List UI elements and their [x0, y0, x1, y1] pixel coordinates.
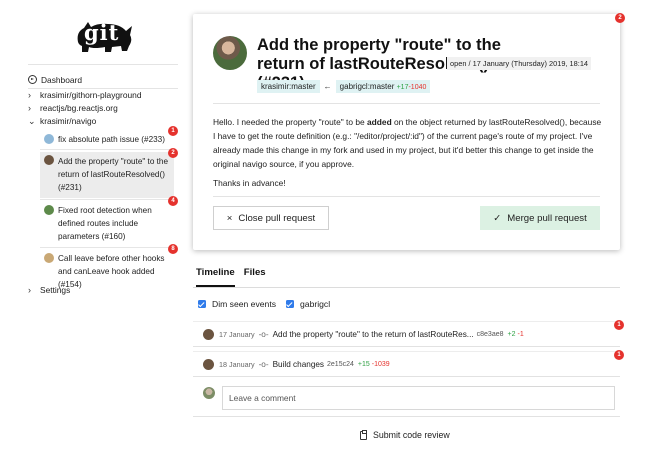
timeline-event[interactable]: 17 January -o- Add the property "route" … [193, 321, 620, 347]
sidebar-divider [28, 88, 178, 89]
pr-label: Fixed root detection when defined routes… [58, 206, 152, 241]
additions-count: +17 [396, 84, 409, 91]
check-icon: ✓ [493, 212, 502, 224]
checkbox-checked-icon [198, 300, 206, 308]
clipboard-icon [360, 429, 367, 440]
avatar [44, 205, 54, 215]
notification-badge: 2 [615, 13, 625, 23]
event-date: 18 January [219, 359, 255, 369]
settings-label: Settings [40, 285, 71, 295]
timeline-filters: Dim seen events gabrigcl [198, 299, 330, 309]
head-branch-label: gabrigcl:master [339, 82, 395, 91]
submit-code-review-button[interactable]: Submit code review [360, 429, 450, 440]
pr-text: Hello. I needed the property "route" to … [213, 117, 368, 127]
close-pr-label: Close pull request [238, 212, 316, 224]
avatar [44, 253, 54, 263]
comment-input[interactable] [222, 386, 615, 410]
pr-description: Hello. I needed the property "route" to … [213, 115, 603, 190]
deletions-count: -1040 [408, 84, 427, 91]
avatar [203, 358, 214, 370]
commit-sha: 2e15c24 [327, 360, 354, 368]
comment-box [193, 379, 620, 417]
additions-count: +15 [357, 360, 370, 368]
repo-label: reactjs/bg.reactjs.org [40, 103, 118, 113]
logo-text: git [84, 20, 120, 45]
close-pr-button[interactable]: × Close pull request [213, 206, 329, 230]
tab-bar: Timeline Files [196, 267, 266, 287]
notification-badge: 1 [614, 350, 624, 360]
divider [213, 103, 600, 104]
notification-badge: 2 [168, 148, 178, 158]
commit-icon: -o- [258, 329, 269, 339]
author-filter-checkbox[interactable]: gabrigcl [286, 299, 330, 309]
checkbox-checked-icon [286, 300, 295, 308]
submit-label: Submit code review [373, 430, 450, 440]
divider [193, 287, 620, 288]
event-date: 17 January [219, 329, 255, 339]
divider [40, 247, 174, 248]
pr-list-item[interactable]: fix absolute path issue (#233) [40, 131, 174, 148]
pr-list-item[interactable]: Fixed root detection when defined routes… [40, 202, 174, 246]
arrow-left-icon: ← [323, 82, 332, 91]
tab-timeline[interactable]: Timeline [196, 267, 235, 287]
divider [213, 196, 600, 197]
pr-list-item[interactable]: Call leave before other hooks and canLea… [40, 250, 174, 289]
notification-badge: 4 [168, 196, 178, 206]
notification-badge: 1 [614, 320, 624, 330]
pr-label: fix absolute path issue (#233) [58, 135, 165, 144]
tab-files[interactable]: Files [244, 267, 266, 287]
pr-status: open / 17 January (Thursday) 2019, 18:14 [447, 57, 592, 70]
base-branch: krasimir:master [257, 80, 320, 93]
merge-pr-label: Merge pull request [507, 212, 587, 224]
branch-info: krasimir:master ← gabrigcl:master +17-10… [257, 80, 431, 93]
pull-request-card: Add the property "route" to the return o… [193, 14, 620, 250]
repo-label: krasimir/githorn-playground [40, 90, 142, 100]
filter-label: Dim seen events [212, 299, 277, 309]
commit-icon: -o- [258, 359, 269, 369]
additions-count: +2 [507, 330, 516, 338]
avatar [203, 387, 215, 399]
sidebar-divider [28, 64, 178, 65]
timeline-event[interactable]: 18 January -o- Build changes 2e15c24 +15… [193, 351, 620, 377]
filter-label: gabrigcl [300, 299, 331, 309]
close-icon: × [226, 212, 233, 224]
commit-message: Add the property "route" to the return o… [272, 329, 474, 339]
commit-sha: c8e3ae8 [476, 330, 504, 338]
pr-label: Add the property "route" to the return o… [58, 157, 169, 192]
pr-list-item-active[interactable]: Add the property "route" to the return o… [40, 152, 174, 198]
sidebar-item-dashboard[interactable]: Dashboard [28, 75, 82, 86]
divider [40, 149, 174, 150]
notification-badge: 1 [168, 126, 178, 136]
chevron-down-icon: ⌄ [28, 116, 36, 126]
chevron-right-icon: › [28, 285, 31, 295]
author-avatar [213, 36, 247, 70]
play-circle-icon [28, 75, 37, 84]
deletions-count: -1039 [371, 360, 390, 368]
sidebar-repo-item[interactable]: › krasimir/githorn-playground [28, 90, 141, 101]
sidebar: git Dashboard › krasimir/githorn-playgrou… [0, 0, 180, 472]
chevron-right-icon: › [28, 103, 31, 113]
merge-pr-button[interactable]: ✓ Merge pull request [480, 206, 600, 230]
avatar [203, 328, 214, 340]
chevron-right-icon: › [28, 90, 31, 100]
avatar [44, 134, 54, 144]
repo-label: krasimir/navigo [40, 116, 97, 126]
pr-text: Thanks in advance! [213, 178, 286, 189]
sidebar-repo-item-expanded[interactable]: ⌄ krasimir/navigo [28, 116, 96, 127]
head-branch: gabrigcl:master +17-1040 [335, 80, 431, 93]
sidebar-repo-item[interactable]: › reactjs/bg.reactjs.org [28, 103, 118, 114]
dim-seen-events-checkbox[interactable]: Dim seen events [198, 299, 276, 309]
sidebar-item-settings[interactable]: › Settings [28, 285, 70, 296]
commit-message: Build changes [272, 359, 325, 369]
dashboard-label: Dashboard [41, 75, 82, 85]
pr-label: Call leave before other hooks and canLea… [58, 254, 165, 289]
divider [40, 199, 174, 200]
avatar [44, 155, 54, 165]
deletions-count: -1 [517, 330, 524, 338]
pr-text-bold: added [367, 117, 392, 127]
notification-badge: 8 [168, 244, 178, 254]
